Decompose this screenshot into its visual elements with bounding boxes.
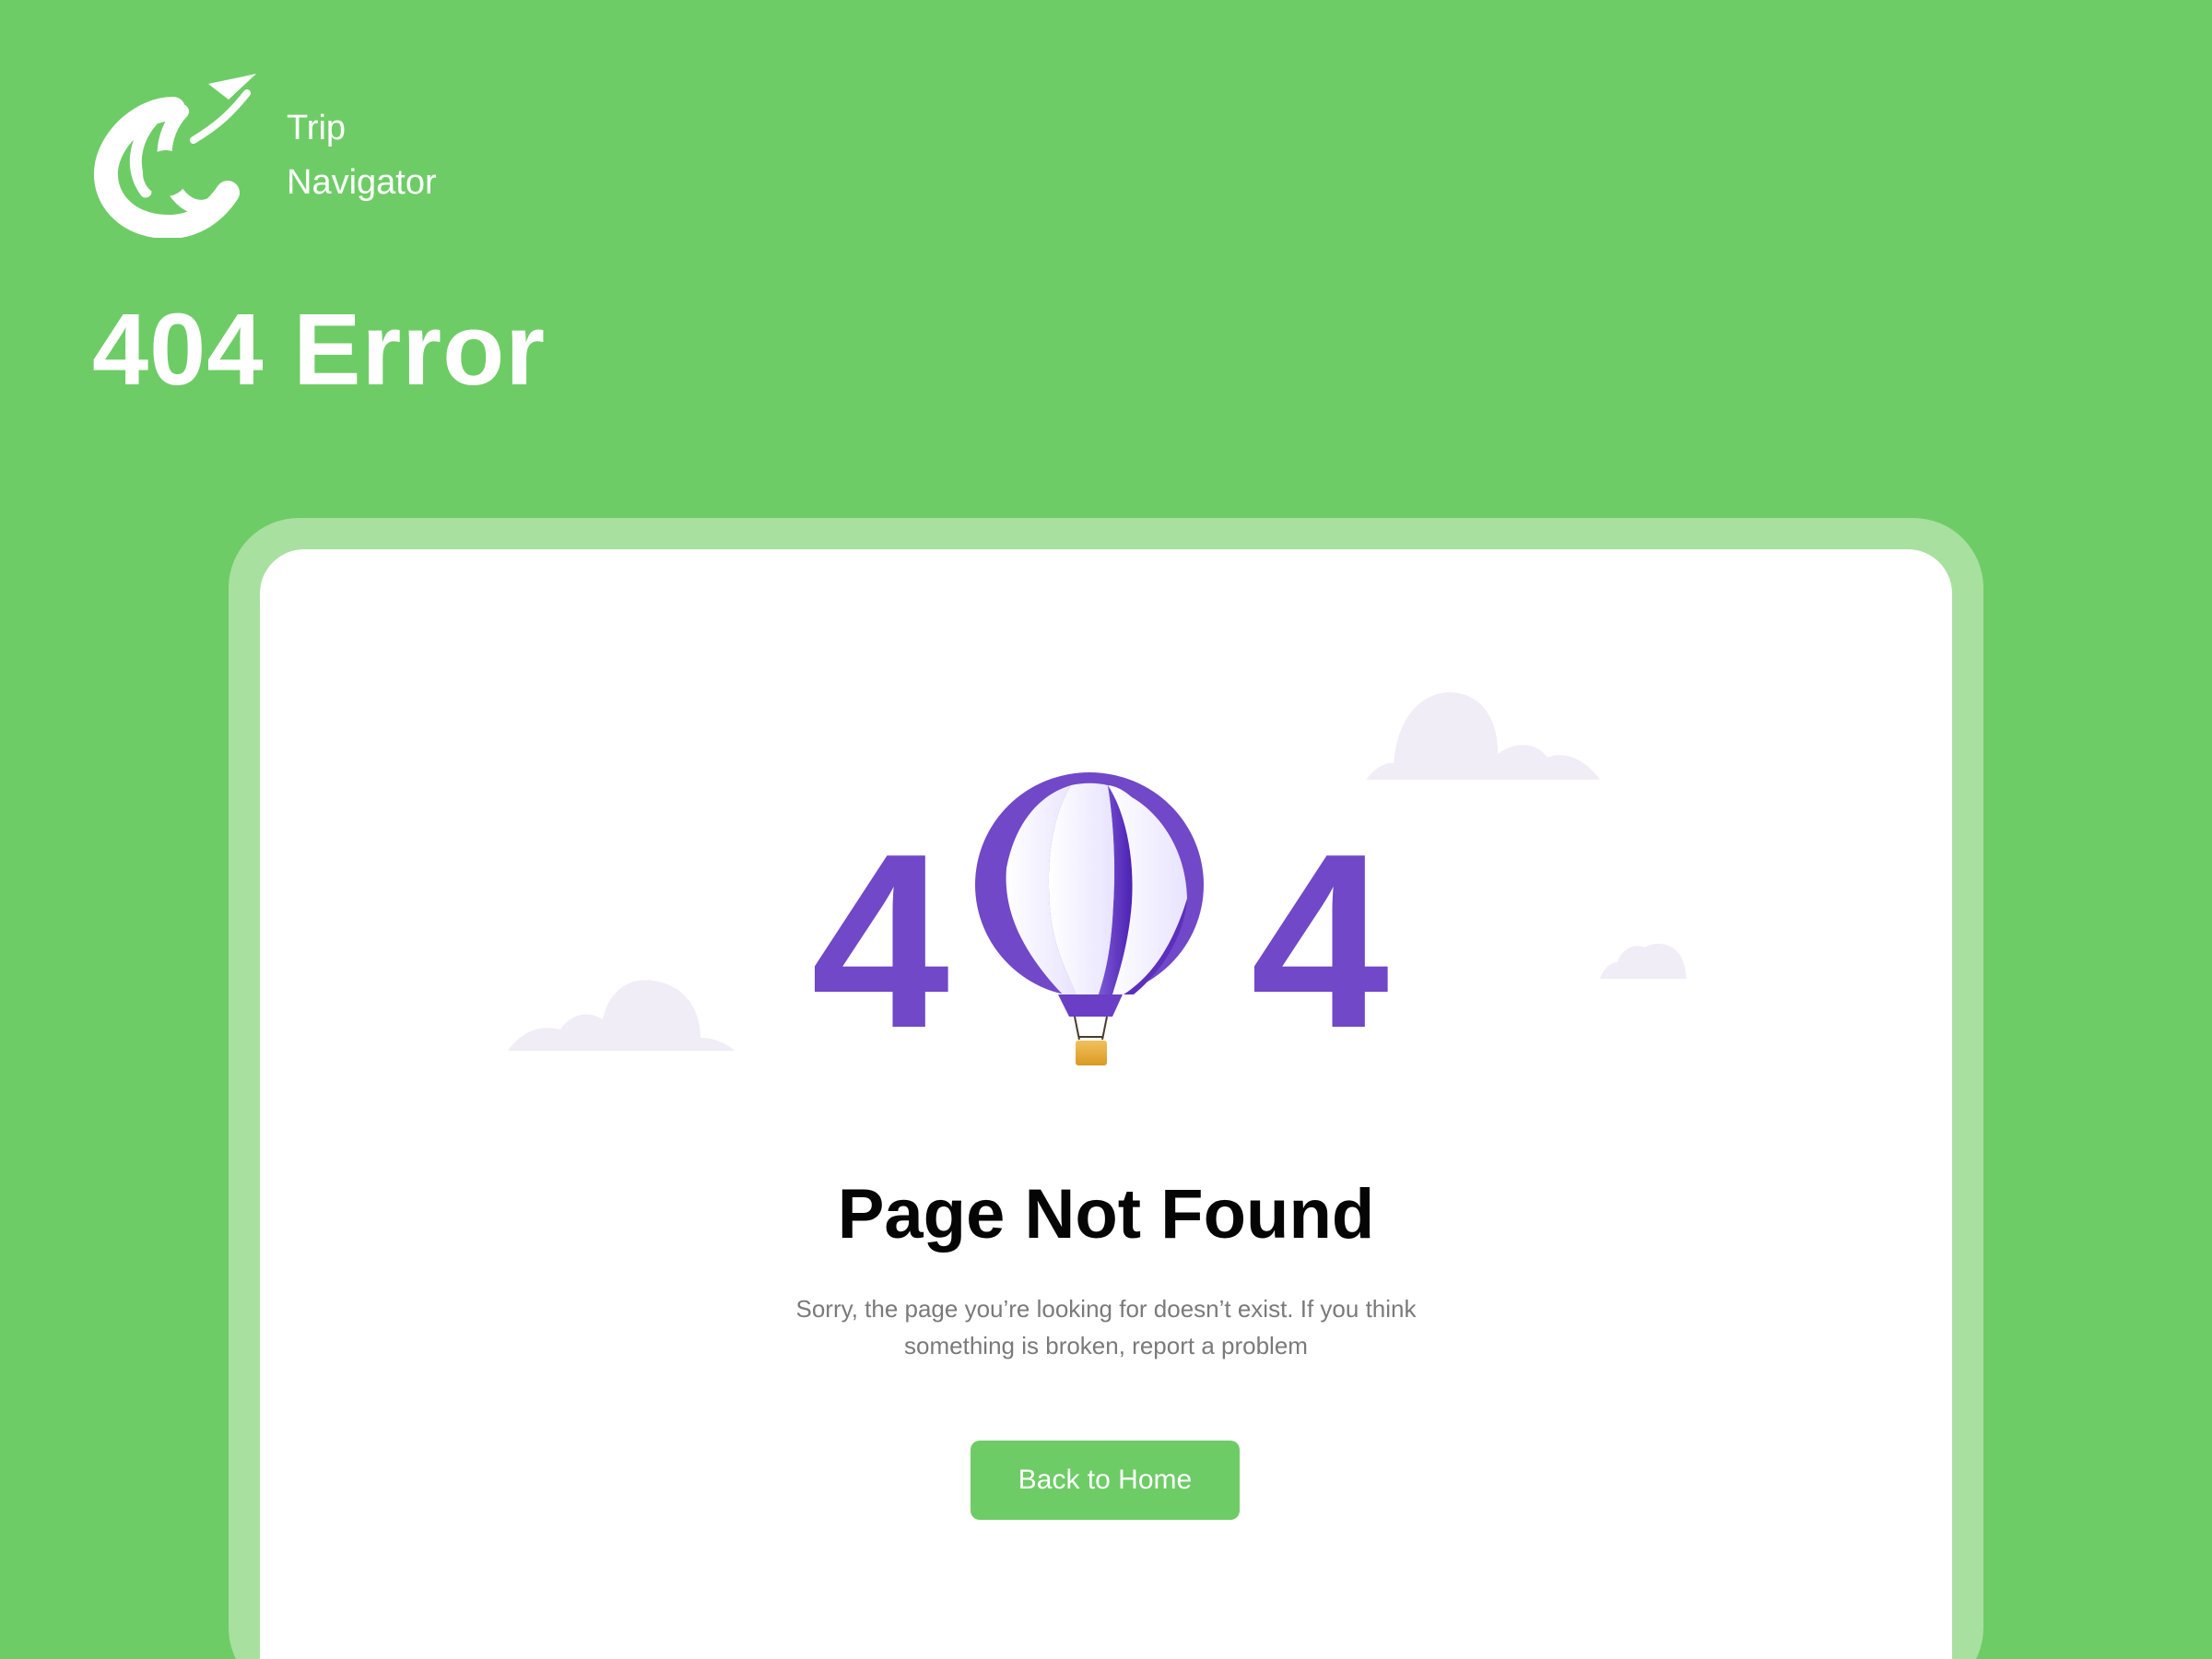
brand-name: Trip Navigator <box>287 101 437 210</box>
brand: Trip Navigator <box>90 70 514 240</box>
brand-name-line-2: Navigator <box>287 163 437 202</box>
error-illustration: 4 0 4 <box>794 772 1421 1088</box>
back-to-home-button[interactable]: Back to Home <box>971 1441 1240 1520</box>
error-card: 4 0 4 Page Not Found Sorry, the page you… <box>260 549 1952 1659</box>
cloud-icon <box>1600 943 1687 979</box>
not-found-message: Sorry, the page you’re looking for doesn… <box>795 1295 1417 1359</box>
left-error-digit: 4 <box>811 803 951 1080</box>
right-error-digit: 4 <box>1251 803 1391 1080</box>
hot-air-balloon-icon: 0 <box>975 772 1204 1065</box>
brand-name-line-1: Trip <box>287 109 347 147</box>
trip-navigator-logo-icon <box>93 74 256 238</box>
cloud-icon <box>1366 692 1600 780</box>
page-title: 404 Error <box>92 293 547 406</box>
not-found-title: Page Not Found <box>837 1175 1375 1253</box>
error-code-illustration: 4 0 4 <box>811 772 1391 1080</box>
cloud-icon <box>508 980 735 1051</box>
